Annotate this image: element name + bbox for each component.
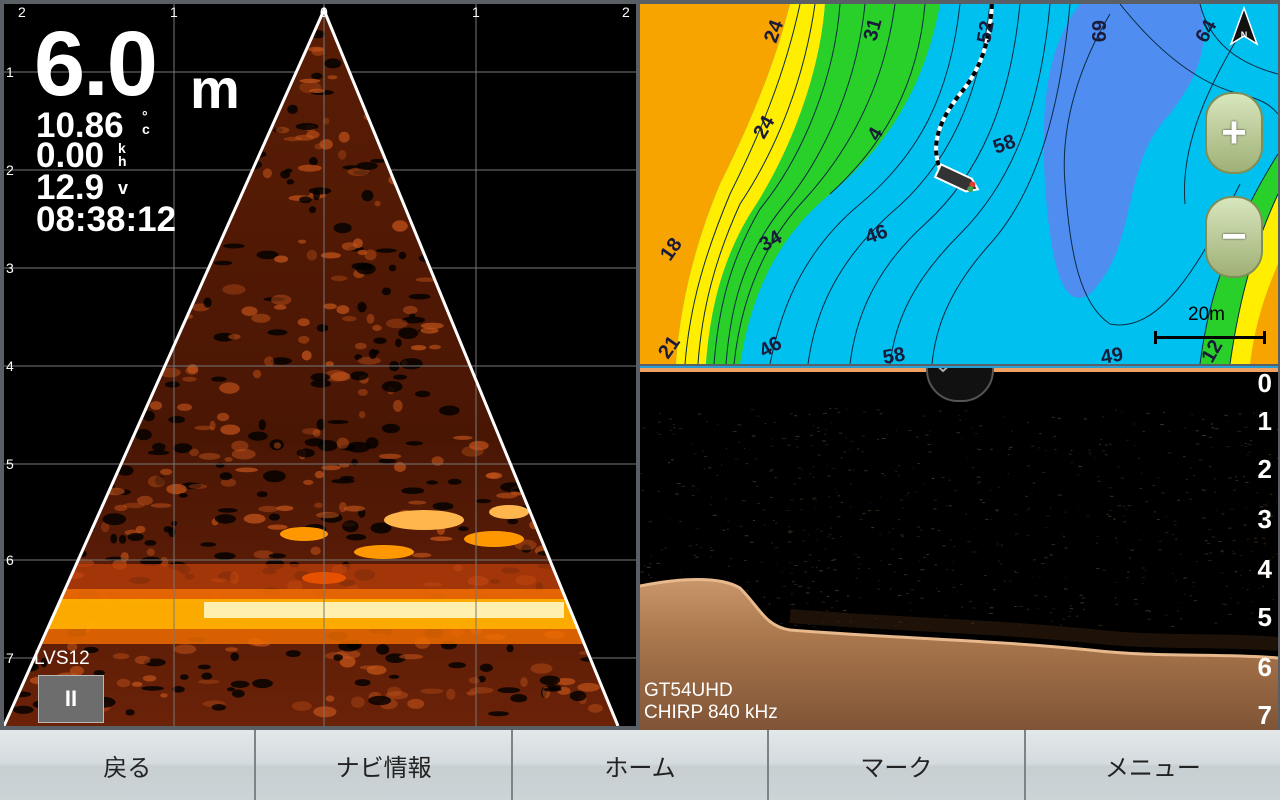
pause-button[interactable]: II — [38, 675, 104, 723]
chart-panel[interactable]: N 24 31 52 64 69 24 4 58 46 34 18 21 46 … — [640, 4, 1278, 364]
depth-tick: 1 — [1257, 406, 1272, 436]
bottom-bar: 戻る ナビ情報 ホーム マーク メニュー — [0, 730, 1280, 800]
scale-label: 20m — [1188, 304, 1225, 325]
contour-label: 58 — [881, 343, 907, 364]
transducer-label: LVS12 — [34, 648, 90, 669]
contour-label: 52 — [973, 19, 999, 45]
north-arrow-icon: N — [1229, 5, 1259, 46]
home-button[interactable]: ホーム — [512, 730, 770, 800]
navi-info-button[interactable]: ナビ情報 — [256, 730, 513, 800]
contour-label: 69 — [1087, 20, 1109, 42]
boat-icon — [933, 163, 980, 193]
contour-label: 46 — [862, 220, 890, 248]
scale-bar — [1154, 331, 1266, 344]
plus-icon: + — [1221, 108, 1247, 157]
y-tick: 5 — [6, 456, 14, 472]
mark-button[interactable]: マーク — [769, 730, 1026, 800]
livescope-panel[interactable]: 2 1 0 1 2 1 2 3 4 5 6 7 6.0 m 10.86 ° c … — [4, 4, 636, 726]
sonar-info: GT54UHD CHIRP 840 kHz — [644, 680, 778, 724]
depth-tick: 3 — [1257, 504, 1272, 534]
y-tick: 6 — [6, 552, 14, 568]
zoom-in-button[interactable]: + — [1205, 92, 1263, 174]
depth-tick: 6 — [1257, 652, 1272, 682]
x-tick: 2 — [622, 4, 630, 20]
y-tick: 3 — [6, 260, 14, 276]
frequency-label: CHIRP 840 kHz — [644, 702, 778, 723]
back-button[interactable]: 戻る — [0, 730, 257, 800]
deep-band — [1043, 4, 1204, 298]
time-readout: 08:38:12 — [36, 200, 177, 239]
y-tick: 1 — [6, 64, 14, 80]
y-tick: 4 — [6, 358, 14, 374]
speed-unit-bottom: h — [118, 153, 127, 169]
y-tick: 7 — [6, 650, 14, 666]
depth-unit: m — [190, 57, 240, 120]
sonar-canvas — [640, 368, 1278, 730]
temp-unit-bottom: c — [142, 121, 150, 137]
x-tick: 1 — [170, 4, 178, 20]
contour-label: 46 — [756, 332, 786, 362]
contour-label: 49 — [1099, 343, 1125, 364]
svg-text:N: N — [1241, 30, 1248, 40]
x-tick: 0 — [320, 4, 328, 20]
x-tick: 2 — [18, 4, 26, 20]
pause-icon: II — [64, 686, 78, 711]
y-tick: 2 — [6, 162, 14, 178]
menu-button[interactable]: メニュー — [1025, 730, 1280, 800]
depth-readout: 6.0 — [34, 13, 158, 115]
depth-tick: 4 — [1257, 554, 1272, 584]
transducer-name: GT54UHD — [644, 680, 733, 701]
voltage-unit: v — [118, 178, 129, 198]
double-chevron-down-icon — [938, 368, 948, 373]
speed-unit: k h — [118, 141, 127, 169]
contour-map: N 24 31 52 64 69 24 4 58 46 34 18 21 46 … — [640, 4, 1278, 364]
depth-tick: 2 — [1257, 454, 1272, 484]
sonar-panel[interactable]: 0 1 2 3 4 5 6 7 GT54UHD CHIRP 840 kHz — [640, 366, 1278, 730]
minus-icon: − — [1221, 212, 1247, 261]
zoom-out-button[interactable]: − — [1205, 196, 1263, 278]
depth-tick: 5 — [1257, 602, 1272, 632]
temp-unit: ° c — [142, 109, 150, 137]
depth-tick: 0 — [1257, 368, 1272, 398]
depth-tick: 7 — [1257, 700, 1272, 730]
x-tick: 1 — [472, 4, 480, 20]
